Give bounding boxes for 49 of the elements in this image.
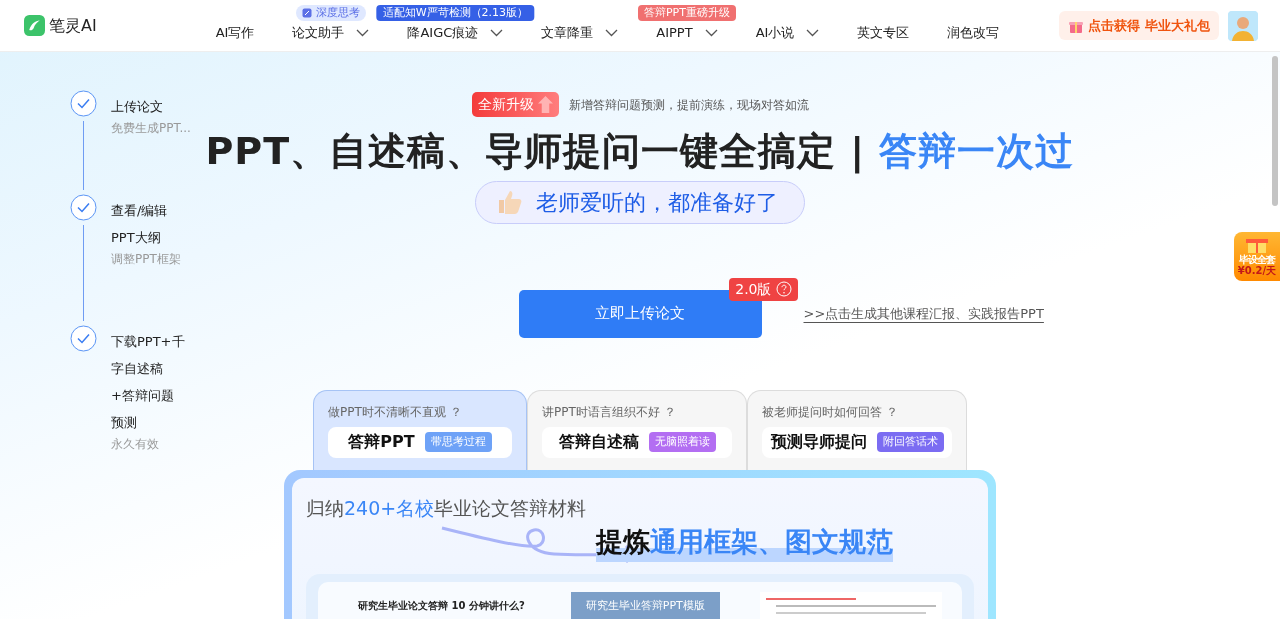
step-note: 免费生成PPT... [111, 120, 191, 136]
slide-title: 研究生毕业答辩PPT模版 [570, 592, 720, 619]
gift-icon [1245, 236, 1269, 253]
chevron-down-icon [356, 28, 370, 37]
feature-tab[interactable]: 做PPT时不清晰不直观 ？ 答辩PPT 带思考过程 [313, 389, 527, 472]
feature-tag: 无脑照着读 [648, 431, 716, 453]
edit-icon [301, 7, 312, 18]
nav-item[interactable]: 润色改写 [928, 23, 1019, 43]
nav-item[interactable]: AI写作 [196, 23, 274, 43]
step-title: 下载PPT+千字自述稿+答辩问题预测 [111, 333, 185, 432]
step-title: 查看/编辑PPT大纲 [111, 202, 169, 247]
feature-tag: 附回答话术 [876, 431, 944, 453]
gift-label: 毕设全套 [1238, 253, 1277, 265]
nav-badge: 答辩PPT重磅升级 [637, 4, 736, 21]
feature-tab[interactable]: 被老师提问时如何回答 ？ 预测导师提问 附回答话术 [747, 389, 967, 472]
text-lines-icon [766, 598, 936, 615]
nav-item[interactable]: AI小说 [736, 23, 839, 43]
scrollbar[interactable] [1272, 56, 1278, 206]
feature-tab[interactable]: 讲PPT时语言组织不好 ？ 答辩自述稿 无脑照着读 [527, 389, 747, 472]
logo-text[interactable]: 笔灵AI [49, 13, 97, 38]
slogan-pill: 老师爱听的，都准备好了 [475, 180, 805, 224]
thumbs-up-icon [496, 188, 524, 217]
nav-item[interactable]: 英文专区 [838, 23, 929, 43]
nav-item[interactable]: 论文助手 [273, 23, 389, 43]
nav-badge: 深度思考 [295, 4, 366, 21]
up-arrow-icon [537, 96, 553, 113]
avatar-icon [1228, 10, 1258, 41]
other-report-link[interactable]: >>点击生成其他课程汇报、实践报告PPT [803, 303, 1044, 324]
chevron-down-icon [806, 28, 820, 37]
nav-badge: 适配知W严苛检测（2.13版） [376, 4, 535, 21]
nav-item[interactable]: 文章降重 [522, 23, 638, 43]
version-badge: 2.0版 [729, 277, 798, 301]
new-badge: 全新升级 [471, 92, 559, 117]
nav-item[interactable]: 降AIGC痕迹 [388, 23, 523, 43]
nav-item[interactable]: AIPPT [637, 23, 737, 43]
chevron-down-icon [605, 28, 619, 37]
gift-price: ¥0.2/天 [1236, 264, 1278, 277]
headline: PPT、自述稿、导师提问一键全搞定 | 答辩一次过 [205, 129, 1075, 175]
chevron-down-icon [490, 28, 504, 37]
help-icon [775, 281, 792, 298]
tagline-text: 新增答辩问题预测，提前演练，现场对答如流 [568, 96, 809, 114]
step-note: 永久有效 [111, 436, 159, 452]
step-title: 上传论文 [111, 98, 164, 116]
step-note: 调整PPT框架 [111, 251, 181, 267]
chevron-down-icon [704, 28, 718, 37]
intro-text: 归纳240+名校毕业论文答辩材料 [306, 495, 588, 521]
document-title: 研究生毕业论文答辩 10 分钟讲什么? [358, 599, 526, 614]
logo-icon [24, 15, 45, 36]
feature-tag: 带思考过程 [424, 431, 492, 453]
